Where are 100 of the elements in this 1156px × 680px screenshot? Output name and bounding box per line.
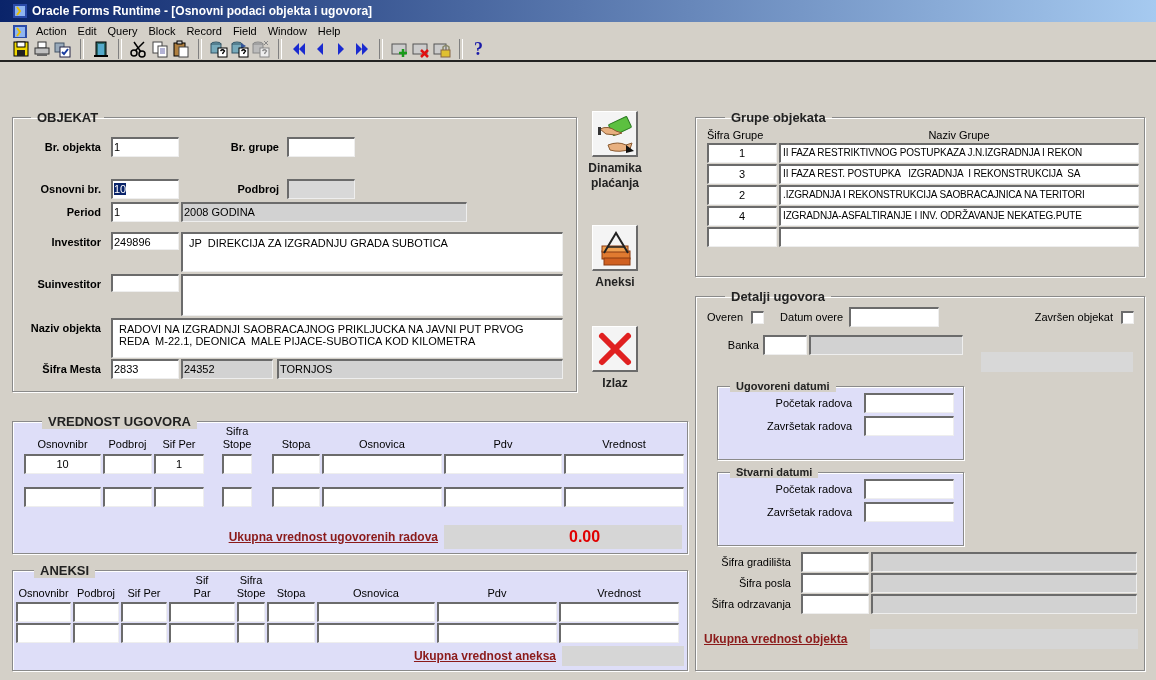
input-field[interactable] [763, 335, 807, 355]
input-field[interactable] [317, 623, 435, 643]
menu-item[interactable]: Query [103, 24, 142, 37]
checkbox[interactable] [1121, 310, 1134, 324]
input-field[interactable] [849, 307, 940, 327]
input-field[interactable] [222, 487, 252, 507]
delete-record-icon[interactable] [412, 40, 430, 58]
clipboard-icon[interactable] [172, 40, 190, 58]
input-field[interactable]: 1 [111, 137, 179, 157]
input-field[interactable]: 10 [24, 454, 101, 474]
input-field[interactable] [864, 502, 954, 522]
door-icon[interactable] [92, 40, 110, 58]
input-field[interactable] [801, 573, 869, 593]
readonly-field[interactable]: TORNJOS [277, 359, 563, 379]
payment-button[interactable] [592, 111, 638, 157]
input-field[interactable]: .IZGRADNJA I REKONSTRUKCIJA SAOBRACAJNICA NA TERITORI [779, 185, 1139, 205]
last-icon[interactable] [353, 40, 371, 58]
input-field[interactable] [24, 487, 101, 507]
input-field[interactable] [322, 454, 442, 474]
query-icon[interactable] [231, 40, 249, 58]
input-field[interactable]: IZGRADNJA-ASFALTIRANJE I INV. ODRŽAVANJE NEKATEG.PUTE [779, 206, 1139, 226]
input-field[interactable] [864, 479, 954, 499]
input-field[interactable] [564, 487, 684, 507]
input-field[interactable] [169, 623, 235, 643]
total-link[interactable]: Ukupna vrednost objekta [704, 632, 848, 646]
input-field[interactable] [267, 602, 315, 622]
input-field[interactable] [16, 623, 71, 643]
exit-button[interactable] [592, 326, 638, 372]
input-field[interactable] [103, 487, 152, 507]
checkbox[interactable] [751, 310, 765, 324]
query-icon[interactable] [210, 40, 228, 58]
input-field[interactable] [564, 454, 684, 474]
input-field[interactable]: 1 [154, 454, 204, 474]
input-field[interactable] [267, 623, 315, 643]
input-field[interactable] [237, 623, 265, 643]
money-hands-icon [595, 114, 634, 153]
menu-item[interactable]: Window [263, 24, 311, 37]
input-field[interactable] [437, 602, 557, 622]
input-field[interactable] [864, 416, 954, 436]
input-field[interactable]: RADOVI NA IZGRADNJI SAOBRACAJNOG PRIKLJUCKA NA JAVNI PUT PRVOG REDA M-22.1, DEONICA MALE PIJACE-SUBOTICA KOD KILOMETRA [111, 318, 563, 358]
scissors-icon[interactable] [130, 40, 148, 58]
input-field[interactable] [801, 594, 869, 614]
input-field[interactable]: 3 [707, 164, 777, 184]
input-field[interactable]: II FAZA RESTRIKTIVNOG POSTUPKAZA J.N.IZGRADNJA I REKON [779, 143, 1139, 163]
input-field[interactable]: 1 [111, 202, 179, 222]
input-field[interactable] [559, 602, 679, 622]
input-field[interactable] [864, 393, 954, 413]
menu-item[interactable]: Action [32, 24, 71, 37]
input-field[interactable] [103, 454, 152, 474]
readonly-field[interactable] [871, 573, 1137, 593]
input-field[interactable]: 2 [707, 185, 777, 205]
input-field[interactable]: 10 [111, 179, 179, 199]
input-field[interactable] [181, 274, 563, 316]
input-field[interactable] [222, 454, 252, 474]
input-field[interactable] [317, 602, 435, 622]
input-field[interactable] [272, 454, 320, 474]
input-field[interactable]: 249896 [111, 232, 179, 250]
input-field[interactable] [287, 137, 355, 157]
input-field[interactable] [237, 602, 265, 622]
total-link[interactable]: Ukupna vrednost aneksa [413, 649, 556, 663]
input-field[interactable] [707, 227, 777, 247]
menu-item[interactable]: Field [228, 24, 261, 37]
input-field[interactable]: 4 [707, 206, 777, 226]
menu-item[interactable]: Edit [73, 24, 101, 37]
input-field[interactable] [801, 552, 869, 572]
total-link[interactable]: Ukupna vrednost ugovorenih radova [228, 530, 438, 544]
input-field[interactable]: JP DIREKCIJA ZA IZGRADNJU GRADA SUBOTICA [181, 232, 563, 272]
input-field[interactable] [444, 487, 562, 507]
readonly-field[interactable]: 24352 [181, 359, 273, 379]
input-field[interactable] [154, 487, 204, 507]
input-field[interactable] [73, 623, 119, 643]
help-button[interactable]: ? [471, 39, 486, 59]
copy-icon[interactable] [151, 40, 169, 58]
menu-item[interactable]: Record [182, 24, 226, 37]
readonly-field[interactable] [871, 594, 1137, 614]
annex-button[interactable] [592, 225, 638, 271]
readonly-field[interactable] [809, 335, 963, 355]
input-field[interactable] [16, 602, 71, 622]
input-field[interactable] [169, 602, 235, 622]
input-field[interactable] [444, 454, 562, 474]
print-icon[interactable] [33, 40, 51, 58]
input-field[interactable]: II FAZA REST. POSTUPKA IZGRADNJA I REKONSTRUKCIJA SA [779, 164, 1139, 184]
save-icon[interactable] [12, 40, 30, 58]
readonly-field[interactable] [871, 552, 1137, 572]
checkbox-icon[interactable] [54, 40, 72, 58]
input-field[interactable] [559, 623, 679, 643]
input-field[interactable]: 2833 [111, 359, 179, 379]
menu-item[interactable]: Block [144, 24, 180, 37]
input-field[interactable] [437, 623, 557, 643]
input-field[interactable] [111, 274, 179, 292]
input-field[interactable] [322, 487, 442, 507]
input-field[interactable] [272, 487, 320, 507]
input-field[interactable] [121, 623, 167, 643]
input-field[interactable] [779, 227, 1139, 247]
input-field[interactable] [73, 602, 119, 622]
readonly-field[interactable]: 2008 GODINA [181, 202, 467, 222]
menu-item[interactable]: Help [313, 24, 345, 37]
lock-icon[interactable] [433, 40, 451, 58]
input-field[interactable]: 1 [707, 143, 777, 163]
input-field[interactable] [121, 602, 167, 622]
